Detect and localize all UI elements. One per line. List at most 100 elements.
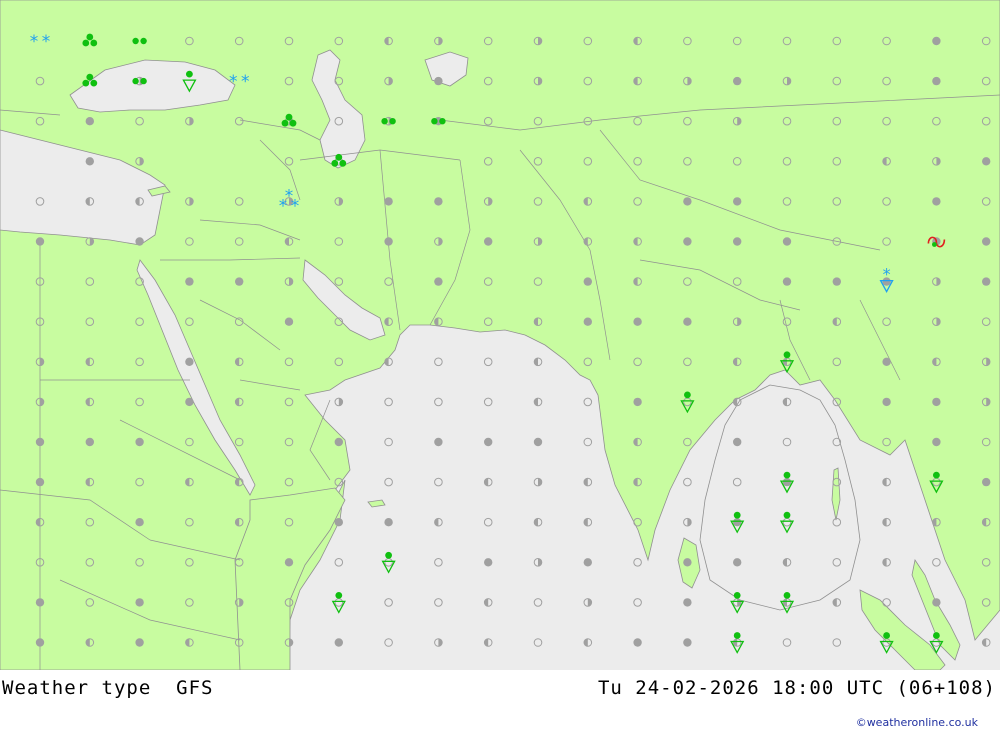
cloudy-dot	[85, 157, 95, 166]
cloudy-dot	[135, 598, 144, 607]
cloudy-dot	[733, 237, 742, 246]
cloudy-dot	[35, 638, 45, 647]
shower-drop	[933, 632, 940, 639]
clear-dot	[384, 437, 393, 447]
partly-cloudy-dot	[583, 638, 593, 647]
clear-dot	[832, 638, 842, 647]
cloudy-dot	[85, 117, 95, 126]
cloudy-dot	[782, 277, 792, 286]
valid-time: Tu 24-02-2026 18:00 UTC (06+108)	[597, 677, 996, 699]
clear-dot	[384, 397, 393, 407]
partly-cloudy-dot	[533, 397, 543, 407]
cloudy-dot	[882, 357, 891, 366]
cloudy-dot	[683, 317, 692, 326]
shower-drop	[883, 632, 890, 639]
weather-map: * * * * * * * *	[0, 0, 1000, 670]
raindrop	[281, 119, 289, 127]
shower-drop	[733, 592, 741, 599]
cloudy-dot	[932, 397, 941, 407]
partly-cloudy-dot	[832, 598, 842, 607]
raindrop	[132, 37, 139, 45]
cloudy-dot	[185, 277, 194, 286]
partly-cloudy-dot	[483, 477, 493, 487]
cloudy-dot	[384, 237, 393, 246]
cloudy-dot	[932, 36, 941, 46]
fair-dot	[384, 638, 393, 647]
partly-cloudy-dot	[334, 397, 344, 407]
cloudy-dot	[135, 437, 144, 447]
cloudy-dot	[832, 277, 841, 286]
raindrop	[289, 119, 297, 127]
clear-dot	[334, 598, 344, 607]
map-title-text: Weather type	[2, 677, 152, 699]
partly-cloudy-dot	[981, 638, 991, 647]
freezing-drop	[932, 242, 937, 247]
partly-cloudy-dot	[882, 558, 891, 567]
raindrop	[285, 113, 293, 121]
fair-dot	[583, 437, 593, 447]
cloudy-dot	[982, 157, 991, 166]
cloudy-dot	[484, 237, 493, 246]
shower-drop	[733, 632, 741, 639]
fair-dot	[483, 357, 493, 367]
cloudy-dot	[185, 397, 194, 407]
clear-dot	[633, 598, 642, 607]
fair-dot	[483, 517, 493, 527]
land-layer	[0, 0, 1000, 670]
raindrop	[90, 79, 98, 87]
cloudy-dot	[733, 558, 742, 567]
cloudy-dot	[484, 437, 493, 447]
shower-drop	[783, 511, 791, 519]
partly-cloudy-dot	[732, 598, 742, 607]
raindrop	[82, 39, 90, 47]
fair-dot	[434, 477, 443, 487]
fair-dot	[782, 638, 792, 647]
partly-cloudy-dot	[683, 517, 692, 527]
map-title: Weather type GFS	[2, 677, 214, 699]
cloudy-dot	[85, 437, 95, 447]
cloudy-dot	[434, 197, 443, 206]
clear-dot	[483, 397, 493, 407]
partly-cloudy-dot	[483, 638, 493, 647]
cloudy-dot	[284, 558, 294, 567]
clear-dot	[633, 558, 642, 567]
cloudy-dot	[683, 197, 692, 206]
fair-dot	[533, 638, 543, 647]
map-canvas: * ** *** **	[0, 0, 1000, 670]
shower-drop	[783, 351, 791, 359]
cloudy-dot	[135, 518, 144, 527]
cloudy-dot	[484, 558, 493, 567]
partly-cloudy-dot	[533, 517, 543, 527]
cloudy-dot	[733, 197, 742, 206]
shower-drop	[186, 70, 193, 78]
partly-cloudy-dot	[533, 558, 543, 567]
cloudy-dot	[533, 437, 543, 447]
shower-drop	[733, 511, 741, 519]
cloudy-dot	[284, 317, 294, 326]
partly-cloudy-dot	[732, 638, 742, 647]
cloudy-dot	[135, 638, 144, 647]
shower-drop	[335, 592, 343, 599]
raindrop	[90, 39, 98, 47]
cloudy-dot	[683, 237, 692, 246]
partly-cloudy-dot	[583, 598, 593, 607]
credit-link[interactable]: ©weatheronline.co.uk	[856, 716, 978, 729]
raindrop	[132, 77, 139, 85]
partly-cloudy-dot	[434, 638, 443, 647]
snowflake-glyph: *	[279, 196, 288, 216]
cloudy-dot	[434, 277, 443, 286]
fair-dot	[683, 477, 692, 487]
cloudy-dot	[733, 76, 742, 86]
raindrop	[86, 73, 94, 81]
partly-cloudy-dot	[882, 477, 891, 487]
snowflake-glyph: *	[42, 32, 51, 52]
raindrop	[140, 77, 147, 85]
cloudy-dot	[882, 397, 891, 407]
raindrop	[381, 118, 388, 125]
raindrop	[82, 79, 90, 87]
partly-cloudy-dot	[882, 517, 891, 527]
cloudy-dot	[35, 437, 45, 447]
cloudy-dot	[982, 237, 991, 246]
clear-dot	[434, 397, 443, 407]
cloudy-dot	[683, 638, 692, 647]
